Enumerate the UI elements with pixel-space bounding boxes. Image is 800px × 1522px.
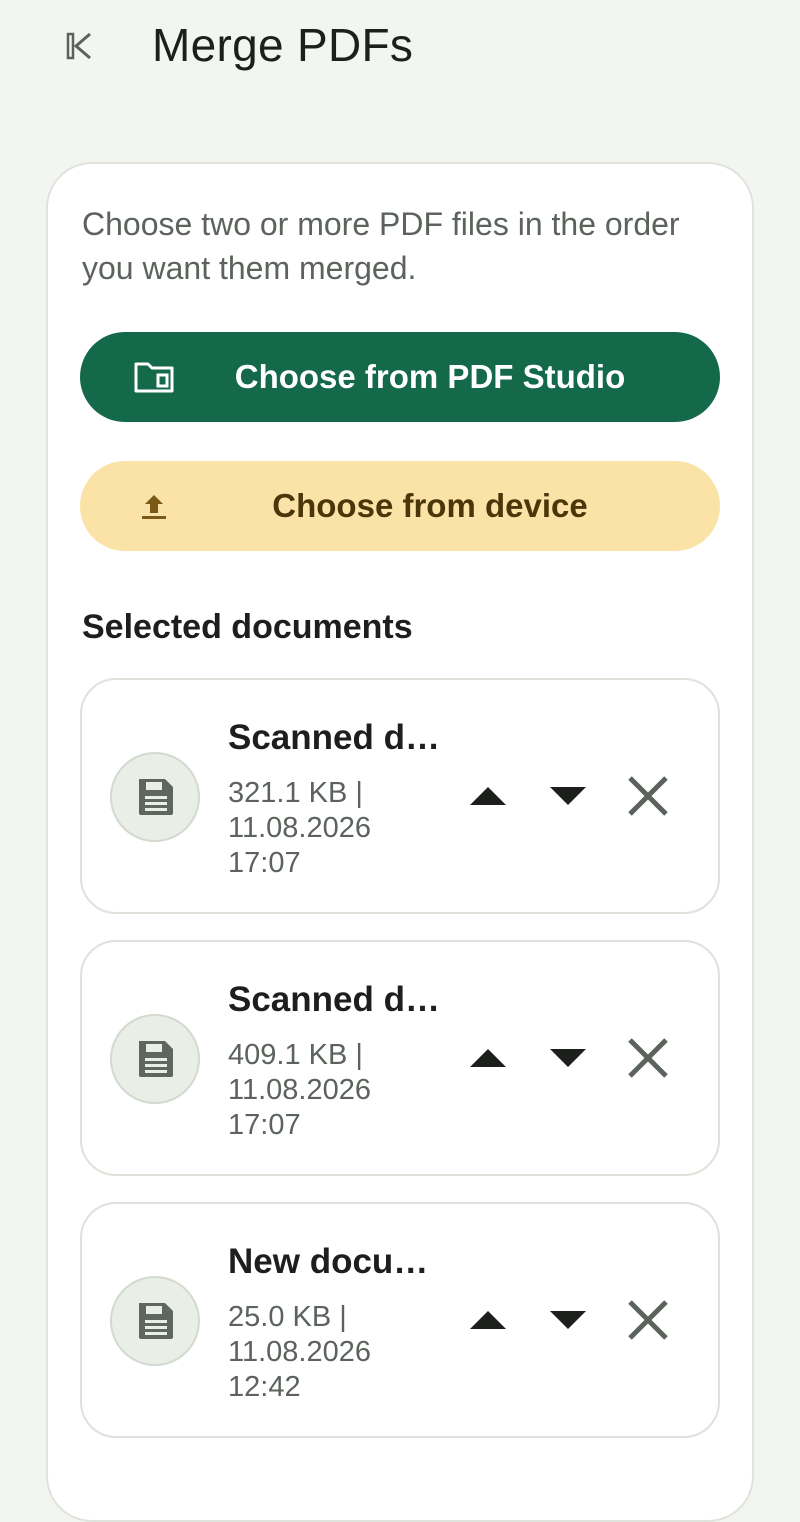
folder-icon — [132, 356, 176, 398]
choose-from-studio-button[interactable]: Choose from PDF Studio — [80, 332, 720, 422]
document-meta: 321.1 KB | 11.08.2026 17:07 — [228, 776, 428, 881]
choose-from-device-label: Choose from device — [272, 487, 588, 524]
save-file-icon — [139, 779, 173, 815]
page-title: Merge PDFs — [152, 19, 414, 71]
move-up-button[interactable] — [458, 766, 518, 826]
choose-from-device-button[interactable]: Choose from device — [80, 461, 720, 551]
remove-button[interactable] — [618, 1028, 678, 1088]
document-time: 12:42 — [228, 1371, 301, 1403]
document-date: 11.08.2026 — [228, 1336, 371, 1368]
move-down-button[interactable] — [538, 1290, 598, 1350]
back-button[interactable] — [56, 22, 104, 70]
arrow-down-icon — [550, 1311, 586, 1329]
document-time: 17:07 — [228, 1109, 301, 1141]
list-item[interactable]: New docu… 25.0 KB | 11.08.2026 12:42 — [80, 1202, 720, 1438]
skip-back-icon — [66, 32, 91, 60]
list-item[interactable]: Scanned d… 321.1 KB | 11.08.2026 17:07 — [80, 678, 720, 914]
document-size: 321.1 KB | — [228, 777, 363, 809]
move-down-button[interactable] — [538, 766, 598, 826]
list-item[interactable]: Scanned d… 409.1 KB | 11.08.2026 17:07 — [80, 940, 720, 1176]
arrow-down-icon — [550, 787, 586, 805]
remove-button[interactable] — [618, 766, 678, 826]
document-name: Scanned d… — [228, 718, 440, 757]
merge-card: Choose two or more PDF files in the orde… — [46, 162, 754, 1522]
document-meta: 409.1 KB | 11.08.2026 17:07 — [228, 1038, 428, 1143]
document-avatar — [110, 1276, 200, 1366]
save-file-icon — [139, 1041, 173, 1077]
arrow-up-icon — [470, 1049, 506, 1067]
close-icon — [628, 776, 668, 816]
document-size: 409.1 KB | — [228, 1039, 363, 1071]
document-avatar — [110, 752, 200, 842]
selected-documents-title: Selected documents — [82, 608, 413, 646]
arrow-down-icon — [550, 1049, 586, 1067]
document-date: 11.08.2026 — [228, 1074, 371, 1106]
intro-text: Choose two or more PDF files in the orde… — [82, 206, 680, 286]
save-file-icon — [139, 1303, 173, 1339]
document-time: 17:07 — [228, 847, 301, 879]
arrow-up-icon — [470, 787, 506, 805]
document-name: Scanned d… — [228, 980, 440, 1019]
move-up-button[interactable] — [458, 1028, 518, 1088]
move-up-button[interactable] — [458, 1290, 518, 1350]
move-down-button[interactable] — [538, 1028, 598, 1088]
document-size: 25.0 KB | — [228, 1301, 347, 1333]
arrow-up-icon — [470, 1311, 506, 1329]
close-icon — [628, 1300, 668, 1340]
top-app-bar: Merge PDFs — [0, 0, 800, 100]
choose-from-studio-label: Choose from PDF Studio — [234, 358, 626, 395]
close-icon — [628, 1038, 668, 1078]
remove-button[interactable] — [618, 1290, 678, 1350]
document-meta: 25.0 KB | 11.08.2026 12:42 — [228, 1300, 428, 1405]
document-name: New docu… — [228, 1242, 429, 1281]
upload-icon — [132, 485, 176, 527]
document-date: 11.08.2026 — [228, 812, 371, 844]
document-avatar — [110, 1014, 200, 1104]
